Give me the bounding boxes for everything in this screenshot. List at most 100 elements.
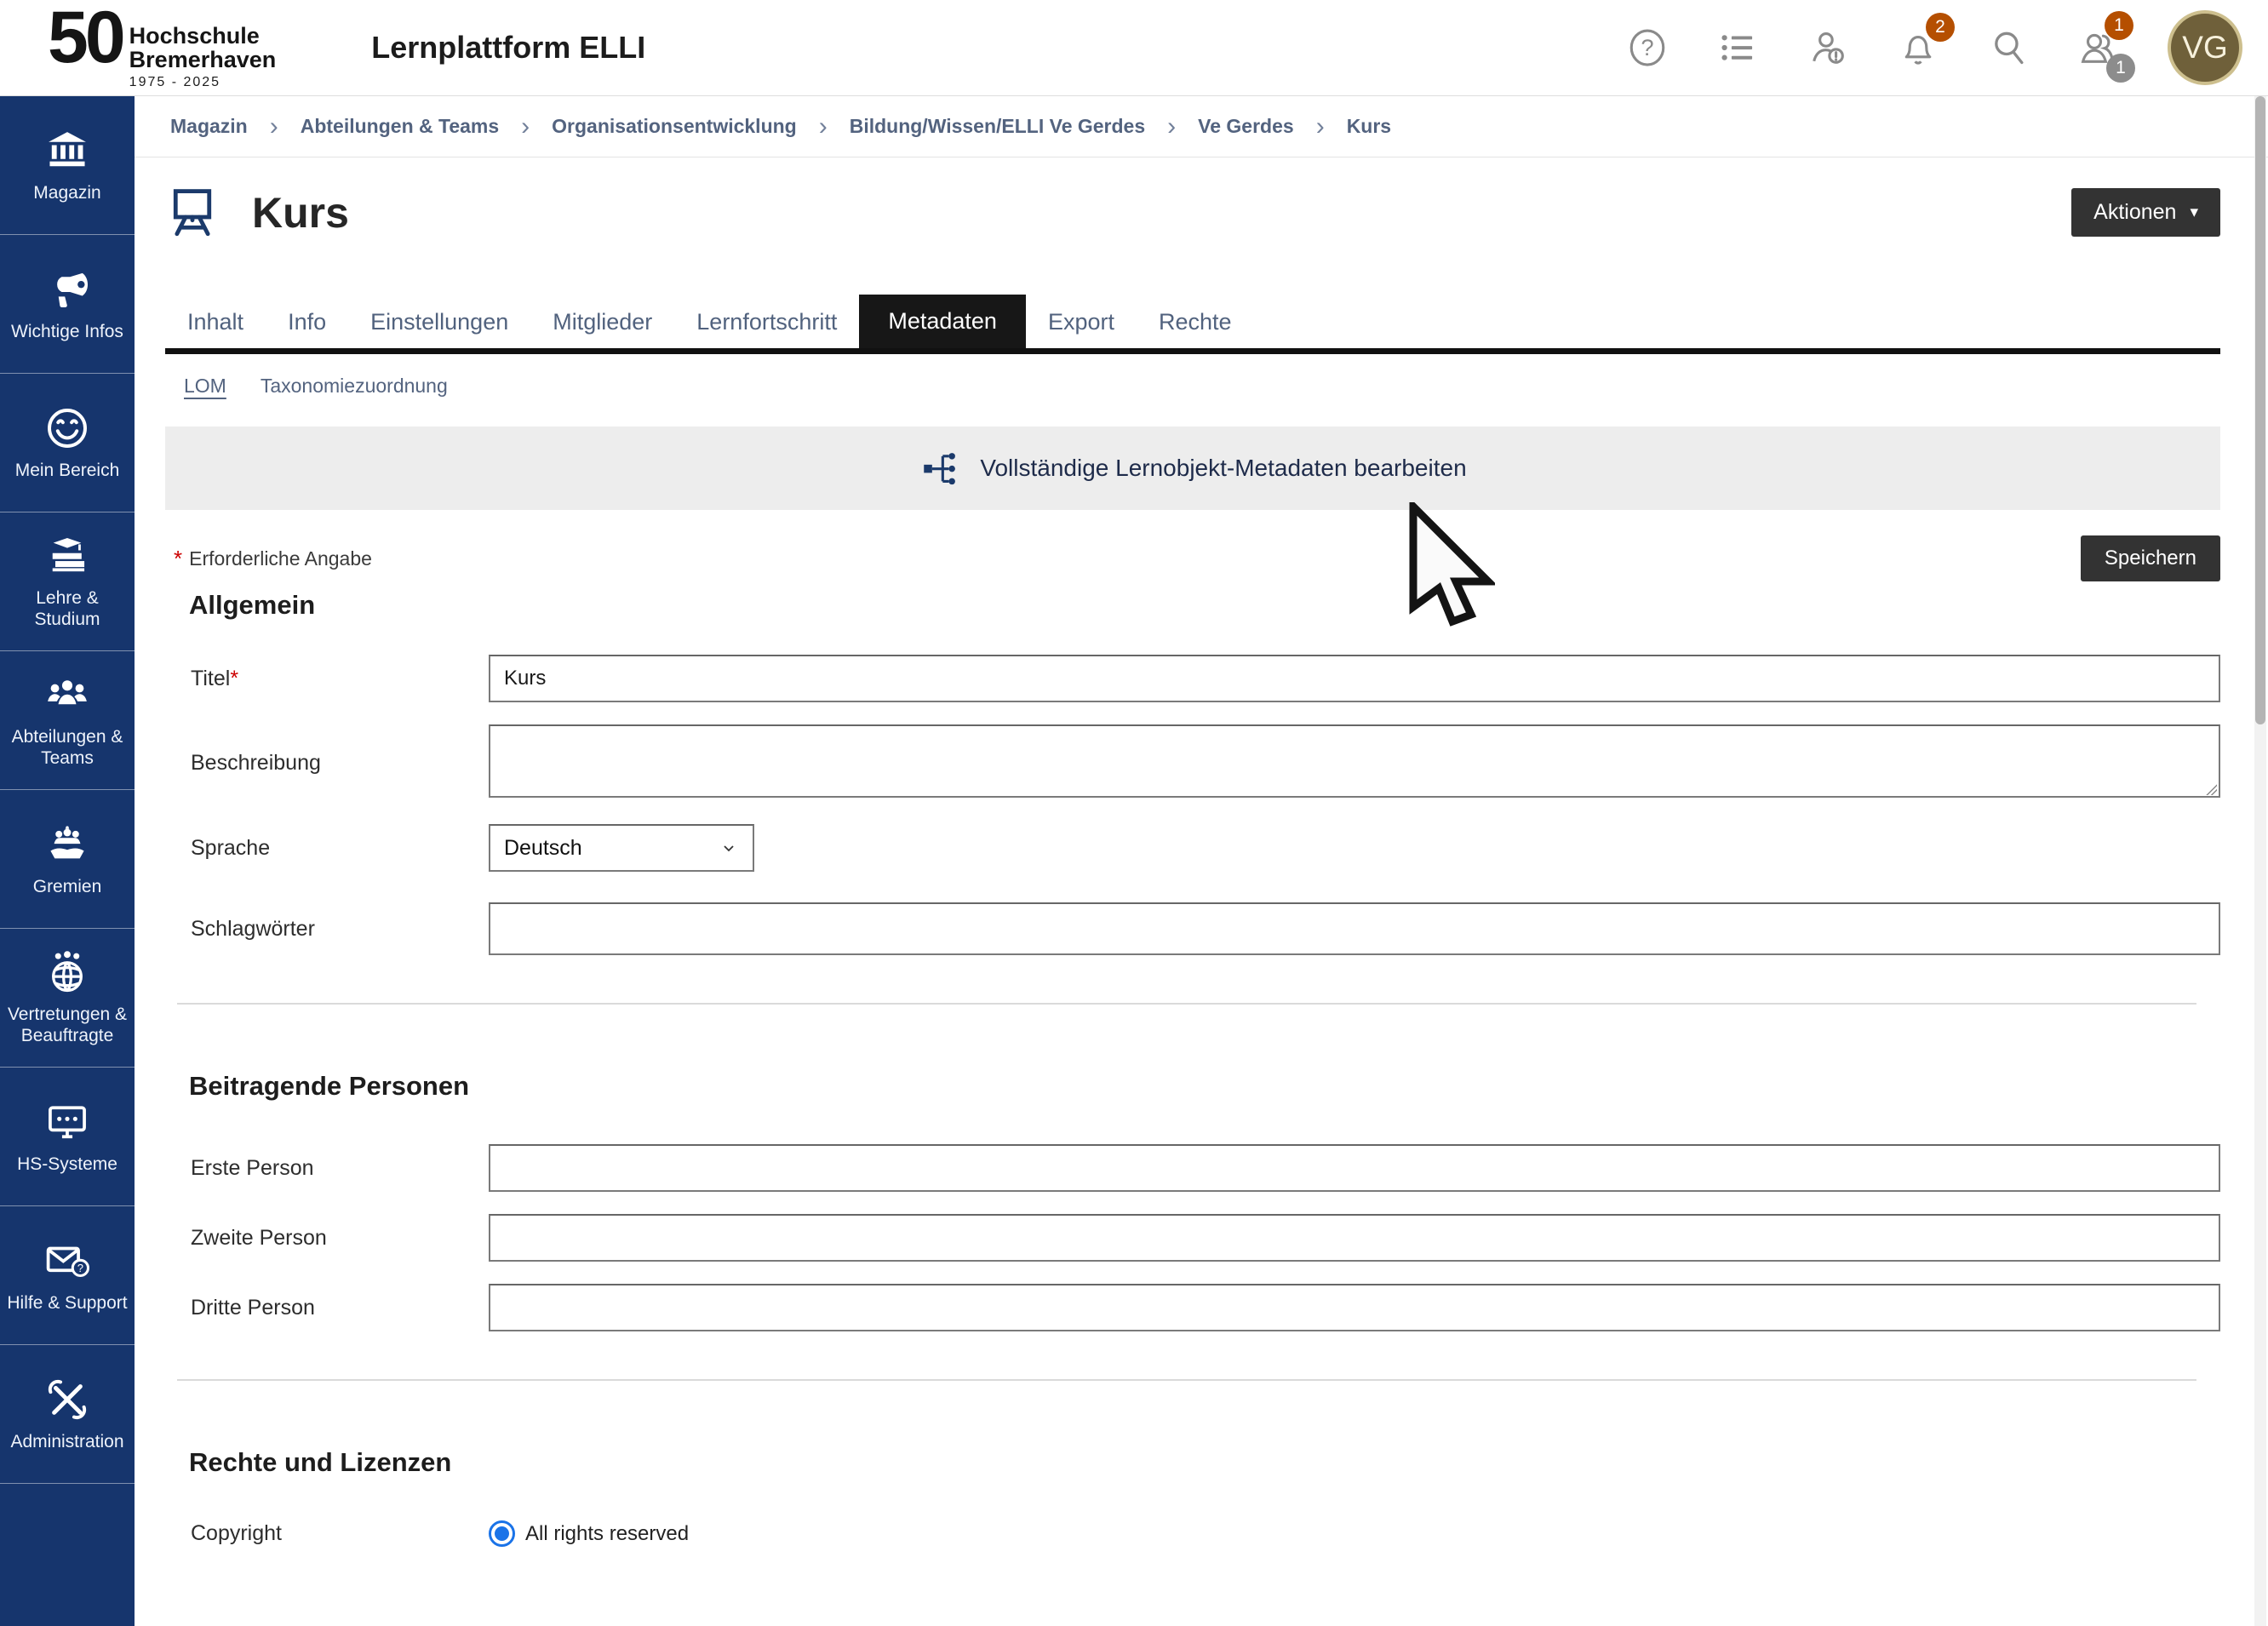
tab-einstellungen[interactable]: Einstellungen bbox=[348, 296, 530, 348]
contacts-new-badge: 1 bbox=[2105, 11, 2133, 40]
breadcrumb-separator: › bbox=[521, 112, 530, 141]
contacts-count-badge: 1 bbox=[2106, 54, 2135, 83]
copyright-radio[interactable] bbox=[489, 1520, 515, 1547]
sidebar-item-abteilungen-teams[interactable]: Abteilungen & Teams bbox=[0, 651, 135, 790]
titel-required-star: * bbox=[230, 667, 238, 690]
tab-lernfortschritt[interactable]: Lernfortschritt bbox=[674, 296, 859, 348]
actions-button[interactable]: Aktionen ▾ bbox=[2071, 188, 2220, 237]
sidebar-item-vertretungen[interactable]: Vertretungen & Beauftragte bbox=[0, 929, 135, 1068]
tab-metadaten[interactable]: Metadaten bbox=[859, 295, 1026, 348]
search-icon[interactable] bbox=[1987, 26, 2030, 69]
bank-icon bbox=[43, 127, 91, 175]
notifications-badge: 2 bbox=[1926, 13, 1955, 42]
erste-person-input[interactable] bbox=[489, 1144, 2220, 1192]
save-button[interactable]: Speichern bbox=[2081, 535, 2220, 581]
page-title: Kurs bbox=[252, 188, 349, 238]
vertical-scrollbar[interactable] bbox=[2254, 96, 2266, 1626]
subtab-taxonomiezuordnung[interactable]: Taxonomiezuordnung bbox=[261, 375, 448, 398]
tab-bar: Inhalt Info Einstellungen Mitglieder Ler… bbox=[165, 295, 2220, 354]
logo-line2: Bremerhaven bbox=[129, 48, 277, 72]
tab-inhalt[interactable]: Inhalt bbox=[165, 296, 266, 348]
required-star: * bbox=[174, 546, 182, 572]
main-content: Magazin › Abteilungen & Teams › Organisa… bbox=[135, 96, 2268, 1626]
sprache-select-value: Deutsch bbox=[504, 836, 582, 861]
top-header: 50 Hochschule Bremerhaven 1975 - 2025 Le… bbox=[0, 0, 2268, 96]
dritte-person-label: Dritte Person bbox=[165, 1296, 489, 1320]
breadcrumb-item-bildung[interactable]: Bildung/Wissen/ELLI Ve Gerdes bbox=[850, 115, 1145, 138]
awareness-icon[interactable] bbox=[1807, 26, 1849, 69]
logo-line1: Hochschule bbox=[129, 24, 277, 48]
sidebar-item-magazin[interactable]: Magazin bbox=[0, 96, 135, 235]
user-avatar[interactable]: VG bbox=[2168, 10, 2242, 85]
chevron-down-icon: ▾ bbox=[2190, 204, 2198, 220]
sidebar-item-gremien[interactable]: Gremien bbox=[0, 790, 135, 929]
section-divider bbox=[177, 1003, 2196, 1005]
edit-full-metadata-banner[interactable]: Vollständige Lernobjekt-Metadaten bearbe… bbox=[165, 427, 2220, 510]
mail-question-icon: ? bbox=[43, 1237, 91, 1285]
help-icon[interactable]: ? bbox=[1626, 26, 1669, 69]
committee-icon bbox=[43, 821, 91, 868]
section-title-allgemein: Allgemein bbox=[189, 590, 2220, 621]
sidebar-item-hilfe-support[interactable]: ? Hilfe & Support bbox=[0, 1206, 135, 1345]
breadcrumb-separator: › bbox=[819, 112, 828, 141]
metadata-tree-icon bbox=[919, 447, 961, 490]
tab-mitglieder[interactable]: Mitglieder bbox=[530, 296, 674, 348]
breadcrumb-item-magazin[interactable]: Magazin bbox=[170, 115, 248, 138]
tab-export[interactable]: Export bbox=[1026, 296, 1137, 348]
schlagwoerter-input[interactable] bbox=[489, 902, 2220, 955]
breadcrumb: Magazin › Abteilungen & Teams › Organisa… bbox=[135, 96, 2268, 157]
books-icon bbox=[43, 532, 91, 580]
sidebar-item-lehre-studium[interactable]: Lehre & Studium bbox=[0, 512, 135, 651]
section-title-rechte: Rechte und Lizenzen bbox=[189, 1447, 2220, 1478]
contacts-icon[interactable]: 1 1 bbox=[2077, 26, 2120, 69]
sidebar-item-administration[interactable]: Administration bbox=[0, 1345, 135, 1484]
sidebar-item-wichtige-infos[interactable]: Wichtige Infos bbox=[0, 235, 135, 374]
sidebar-item-hs-systeme[interactable]: HS-Systeme bbox=[0, 1068, 135, 1206]
notifications-icon[interactable]: 2 bbox=[1897, 26, 1939, 69]
logo-years: 1975 - 2025 bbox=[129, 75, 277, 90]
svg-text:?: ? bbox=[77, 1262, 83, 1274]
copyright-option-label: All rights reserved bbox=[525, 1522, 689, 1546]
subtab-bar: LOM Taxonomiezuordnung bbox=[165, 375, 2220, 398]
sprache-select[interactable]: Deutsch bbox=[489, 824, 754, 872]
sprache-label: Sprache bbox=[165, 836, 489, 861]
beschreibung-textarea[interactable] bbox=[489, 724, 2220, 798]
zweite-person-label: Zweite Person bbox=[165, 1226, 489, 1251]
people-group-icon bbox=[43, 671, 91, 719]
titel-input[interactable] bbox=[489, 655, 2220, 702]
breadcrumb-separator: › bbox=[270, 112, 278, 141]
section-title-beitragende: Beitragende Personen bbox=[189, 1071, 2220, 1102]
tools-icon bbox=[43, 1376, 91, 1423]
breadcrumb-separator: › bbox=[1167, 112, 1176, 141]
scrollbar-thumb[interactable] bbox=[2255, 96, 2265, 724]
erste-person-label: Erste Person bbox=[165, 1156, 489, 1181]
schlagwoerter-label: Schlagwörter bbox=[165, 917, 489, 942]
banner-label: Vollständige Lernobjekt-Metadaten bearbe… bbox=[980, 455, 1466, 482]
tab-info[interactable]: Info bbox=[266, 296, 348, 348]
main-menu-icon[interactable] bbox=[1716, 26, 1759, 69]
main-sidebar: Magazin Wichtige Infos Mein Bereich Lehr… bbox=[0, 96, 135, 1626]
megaphone-icon bbox=[43, 266, 91, 313]
breadcrumb-item-abteilungen[interactable]: Abteilungen & Teams bbox=[301, 115, 499, 138]
breadcrumb-separator: › bbox=[1316, 112, 1325, 141]
dritte-person-input[interactable] bbox=[489, 1284, 2220, 1331]
globe-people-icon bbox=[43, 948, 91, 996]
select-chevron-icon bbox=[719, 838, 739, 858]
university-logo: 50 Hochschule Bremerhaven 1975 - 2025 bbox=[48, 5, 276, 90]
section-divider bbox=[177, 1379, 2196, 1381]
sidebar-item-mein-bereich[interactable]: Mein Bereich bbox=[0, 374, 135, 512]
subtab-lom[interactable]: LOM bbox=[184, 375, 226, 398]
beschreibung-label: Beschreibung bbox=[165, 751, 489, 776]
course-easel-icon bbox=[165, 178, 220, 247]
breadcrumb-item-organisationsentwicklung[interactable]: Organisationsentwicklung bbox=[552, 115, 797, 138]
copyright-label: Copyright bbox=[165, 1521, 489, 1546]
svg-text:?: ? bbox=[1641, 34, 1653, 60]
resize-grip-icon[interactable] bbox=[2203, 782, 2217, 795]
smiley-icon bbox=[43, 404, 91, 452]
breadcrumb-item-ve-gerdes[interactable]: Ve Gerdes bbox=[1198, 115, 1294, 138]
logo-50-text: 50 bbox=[48, 5, 123, 71]
zweite-person-input[interactable] bbox=[489, 1214, 2220, 1262]
tab-rechte[interactable]: Rechte bbox=[1137, 296, 1254, 348]
titel-label: Titel* bbox=[165, 667, 489, 691]
monitor-icon bbox=[43, 1098, 91, 1146]
